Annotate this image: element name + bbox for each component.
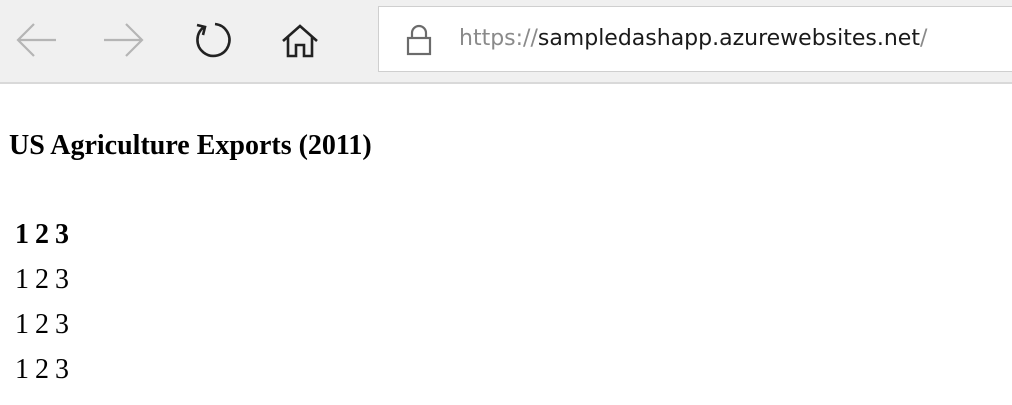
refresh-button[interactable] [188,16,236,64]
address-bar[interactable]: https://sampledashapp.azurewebsites.net/ [378,6,1012,72]
page-title: US Agriculture Exports (2011) [9,130,372,161]
url-host: sampledashapp.azurewebsites.net [537,26,920,51]
browser-toolbar: https://sampledashapp.azurewebsites.net/ [0,0,1012,84]
back-button[interactable] [12,16,60,64]
arrow-right-icon [104,23,144,57]
refresh-icon [196,22,231,58]
arrow-left-icon [16,23,56,57]
table-cell: 2 [35,264,49,295]
table-cell: 3 [55,354,69,385]
url-scheme: https:// [459,26,538,51]
table-row: 1 2 3 [15,302,75,347]
data-table: 1 2 3 1 2 3 1 2 3 1 2 3 [15,212,75,392]
table-cell: 1 [15,264,29,295]
lock-icon [406,24,432,56]
table-header-cell: 3 [55,219,69,250]
home-icon [282,24,318,58]
table-cell: 1 [15,309,29,340]
table-cell: 2 [35,309,49,340]
table-cell: 1 [15,354,29,385]
table-header-cell: 1 [15,219,29,250]
url-text[interactable]: https://sampledashapp.azurewebsites.net/ [459,23,927,55]
table-cell: 2 [35,354,49,385]
home-button[interactable] [276,16,324,64]
table-cell: 3 [55,264,69,295]
forward-button[interactable] [100,16,148,64]
table-header-row: 1 2 3 [15,212,75,257]
page-content: US Agriculture Exports (2011) 1 2 3 1 2 … [0,86,1012,405]
table-row: 1 2 3 [15,347,75,392]
table-cell: 3 [55,309,69,340]
table-row: 1 2 3 [15,257,75,302]
url-trailing: / [919,26,928,51]
table-header-cell: 2 [35,219,49,250]
